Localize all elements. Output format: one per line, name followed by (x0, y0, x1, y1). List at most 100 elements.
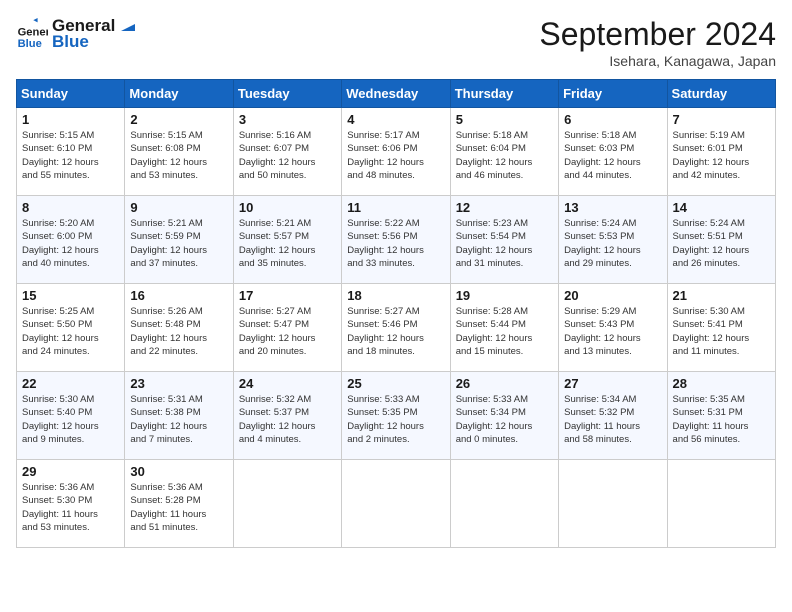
day-info: Sunrise: 5:34 AMSunset: 5:32 PMDaylight:… (564, 393, 661, 446)
day-number: 28 (673, 376, 770, 391)
calendar-cell: 10 Sunrise: 5:21 AMSunset: 5:57 PMDaylig… (233, 196, 341, 284)
calendar-cell: 18 Sunrise: 5:27 AMSunset: 5:46 PMDaylig… (342, 284, 450, 372)
svg-text:Blue: Blue (18, 38, 42, 50)
day-number: 24 (239, 376, 336, 391)
day-number: 26 (456, 376, 553, 391)
day-number: 16 (130, 288, 227, 303)
location-title: Isehara, Kanagawa, Japan (539, 53, 776, 69)
header-saturday: Saturday (667, 80, 775, 108)
day-number: 18 (347, 288, 444, 303)
day-info: Sunrise: 5:33 AMSunset: 5:35 PMDaylight:… (347, 393, 444, 446)
calendar-cell: 30 Sunrise: 5:36 AMSunset: 5:28 PMDaylig… (125, 460, 233, 548)
svg-text:General: General (18, 27, 48, 39)
page-header: General Blue General Blue September 2024… (16, 16, 776, 69)
day-number: 7 (673, 112, 770, 127)
day-number: 4 (347, 112, 444, 127)
day-info: Sunrise: 5:35 AMSunset: 5:31 PMDaylight:… (673, 393, 770, 446)
day-number: 1 (22, 112, 119, 127)
calendar-cell: 13 Sunrise: 5:24 AMSunset: 5:53 PMDaylig… (559, 196, 667, 284)
calendar-cell: 12 Sunrise: 5:23 AMSunset: 5:54 PMDaylig… (450, 196, 558, 284)
day-info: Sunrise: 5:24 AMSunset: 5:51 PMDaylight:… (673, 217, 770, 270)
day-number: 19 (456, 288, 553, 303)
calendar-row: 8 Sunrise: 5:20 AMSunset: 6:00 PMDayligh… (17, 196, 776, 284)
day-info: Sunrise: 5:36 AMSunset: 5:28 PMDaylight:… (130, 481, 227, 534)
logo-triangle-icon (117, 17, 135, 35)
calendar-cell: 20 Sunrise: 5:29 AMSunset: 5:43 PMDaylig… (559, 284, 667, 372)
logo-icon: General Blue (16, 18, 48, 50)
day-info: Sunrise: 5:18 AMSunset: 6:04 PMDaylight:… (456, 129, 553, 182)
calendar-cell: 26 Sunrise: 5:33 AMSunset: 5:34 PMDaylig… (450, 372, 558, 460)
day-info: Sunrise: 5:15 AMSunset: 6:08 PMDaylight:… (130, 129, 227, 182)
calendar-cell: 19 Sunrise: 5:28 AMSunset: 5:44 PMDaylig… (450, 284, 558, 372)
calendar-cell: 4 Sunrise: 5:17 AMSunset: 6:06 PMDayligh… (342, 108, 450, 196)
calendar-cell: 17 Sunrise: 5:27 AMSunset: 5:47 PMDaylig… (233, 284, 341, 372)
calendar-table: Sunday Monday Tuesday Wednesday Thursday… (16, 79, 776, 548)
calendar-cell (559, 460, 667, 548)
day-number: 27 (564, 376, 661, 391)
calendar-cell (342, 460, 450, 548)
day-number: 11 (347, 200, 444, 215)
day-number: 12 (456, 200, 553, 215)
day-number: 8 (22, 200, 119, 215)
day-info: Sunrise: 5:28 AMSunset: 5:44 PMDaylight:… (456, 305, 553, 358)
calendar-cell: 3 Sunrise: 5:16 AMSunset: 6:07 PMDayligh… (233, 108, 341, 196)
calendar-cell: 23 Sunrise: 5:31 AMSunset: 5:38 PMDaylig… (125, 372, 233, 460)
header-friday: Friday (559, 80, 667, 108)
header-tuesday: Tuesday (233, 80, 341, 108)
calendar-cell: 14 Sunrise: 5:24 AMSunset: 5:51 PMDaylig… (667, 196, 775, 284)
day-info: Sunrise: 5:19 AMSunset: 6:01 PMDaylight:… (673, 129, 770, 182)
day-number: 15 (22, 288, 119, 303)
header-wednesday: Wednesday (342, 80, 450, 108)
calendar-cell: 9 Sunrise: 5:21 AMSunset: 5:59 PMDayligh… (125, 196, 233, 284)
day-info: Sunrise: 5:24 AMSunset: 5:53 PMDaylight:… (564, 217, 661, 270)
calendar-cell: 22 Sunrise: 5:30 AMSunset: 5:40 PMDaylig… (17, 372, 125, 460)
calendar-cell: 2 Sunrise: 5:15 AMSunset: 6:08 PMDayligh… (125, 108, 233, 196)
calendar-cell (233, 460, 341, 548)
calendar-cell: 27 Sunrise: 5:34 AMSunset: 5:32 PMDaylig… (559, 372, 667, 460)
calendar-cell: 28 Sunrise: 5:35 AMSunset: 5:31 PMDaylig… (667, 372, 775, 460)
day-info: Sunrise: 5:29 AMSunset: 5:43 PMDaylight:… (564, 305, 661, 358)
calendar-row: 29 Sunrise: 5:36 AMSunset: 5:30 PMDaylig… (17, 460, 776, 548)
day-number: 2 (130, 112, 227, 127)
day-number: 22 (22, 376, 119, 391)
day-info: Sunrise: 5:18 AMSunset: 6:03 PMDaylight:… (564, 129, 661, 182)
calendar-cell: 15 Sunrise: 5:25 AMSunset: 5:50 PMDaylig… (17, 284, 125, 372)
day-number: 30 (130, 464, 227, 479)
calendar-cell: 16 Sunrise: 5:26 AMSunset: 5:48 PMDaylig… (125, 284, 233, 372)
day-info: Sunrise: 5:25 AMSunset: 5:50 PMDaylight:… (22, 305, 119, 358)
day-number: 17 (239, 288, 336, 303)
calendar-cell: 25 Sunrise: 5:33 AMSunset: 5:35 PMDaylig… (342, 372, 450, 460)
calendar-cell: 7 Sunrise: 5:19 AMSunset: 6:01 PMDayligh… (667, 108, 775, 196)
header-sunday: Sunday (17, 80, 125, 108)
day-info: Sunrise: 5:16 AMSunset: 6:07 PMDaylight:… (239, 129, 336, 182)
day-info: Sunrise: 5:22 AMSunset: 5:56 PMDaylight:… (347, 217, 444, 270)
title-area: September 2024 Isehara, Kanagawa, Japan (539, 16, 776, 69)
day-info: Sunrise: 5:17 AMSunset: 6:06 PMDaylight:… (347, 129, 444, 182)
day-number: 6 (564, 112, 661, 127)
day-info: Sunrise: 5:27 AMSunset: 5:47 PMDaylight:… (239, 305, 336, 358)
day-info: Sunrise: 5:27 AMSunset: 5:46 PMDaylight:… (347, 305, 444, 358)
calendar-cell: 8 Sunrise: 5:20 AMSunset: 6:00 PMDayligh… (17, 196, 125, 284)
calendar-cell: 6 Sunrise: 5:18 AMSunset: 6:03 PMDayligh… (559, 108, 667, 196)
day-number: 9 (130, 200, 227, 215)
day-info: Sunrise: 5:15 AMSunset: 6:10 PMDaylight:… (22, 129, 119, 182)
calendar-cell: 5 Sunrise: 5:18 AMSunset: 6:04 PMDayligh… (450, 108, 558, 196)
day-info: Sunrise: 5:33 AMSunset: 5:34 PMDaylight:… (456, 393, 553, 446)
calendar-row: 22 Sunrise: 5:30 AMSunset: 5:40 PMDaylig… (17, 372, 776, 460)
day-number: 5 (456, 112, 553, 127)
day-number: 20 (564, 288, 661, 303)
calendar-cell: 11 Sunrise: 5:22 AMSunset: 5:56 PMDaylig… (342, 196, 450, 284)
logo: General Blue General Blue (16, 16, 135, 52)
day-number: 23 (130, 376, 227, 391)
calendar-cell (450, 460, 558, 548)
day-number: 14 (673, 200, 770, 215)
day-info: Sunrise: 5:21 AMSunset: 5:59 PMDaylight:… (130, 217, 227, 270)
day-info: Sunrise: 5:30 AMSunset: 5:41 PMDaylight:… (673, 305, 770, 358)
day-info: Sunrise: 5:26 AMSunset: 5:48 PMDaylight:… (130, 305, 227, 358)
calendar-cell: 24 Sunrise: 5:32 AMSunset: 5:37 PMDaylig… (233, 372, 341, 460)
day-info: Sunrise: 5:31 AMSunset: 5:38 PMDaylight:… (130, 393, 227, 446)
calendar-cell: 21 Sunrise: 5:30 AMSunset: 5:41 PMDaylig… (667, 284, 775, 372)
calendar-cell (667, 460, 775, 548)
calendar-cell: 29 Sunrise: 5:36 AMSunset: 5:30 PMDaylig… (17, 460, 125, 548)
day-info: Sunrise: 5:32 AMSunset: 5:37 PMDaylight:… (239, 393, 336, 446)
